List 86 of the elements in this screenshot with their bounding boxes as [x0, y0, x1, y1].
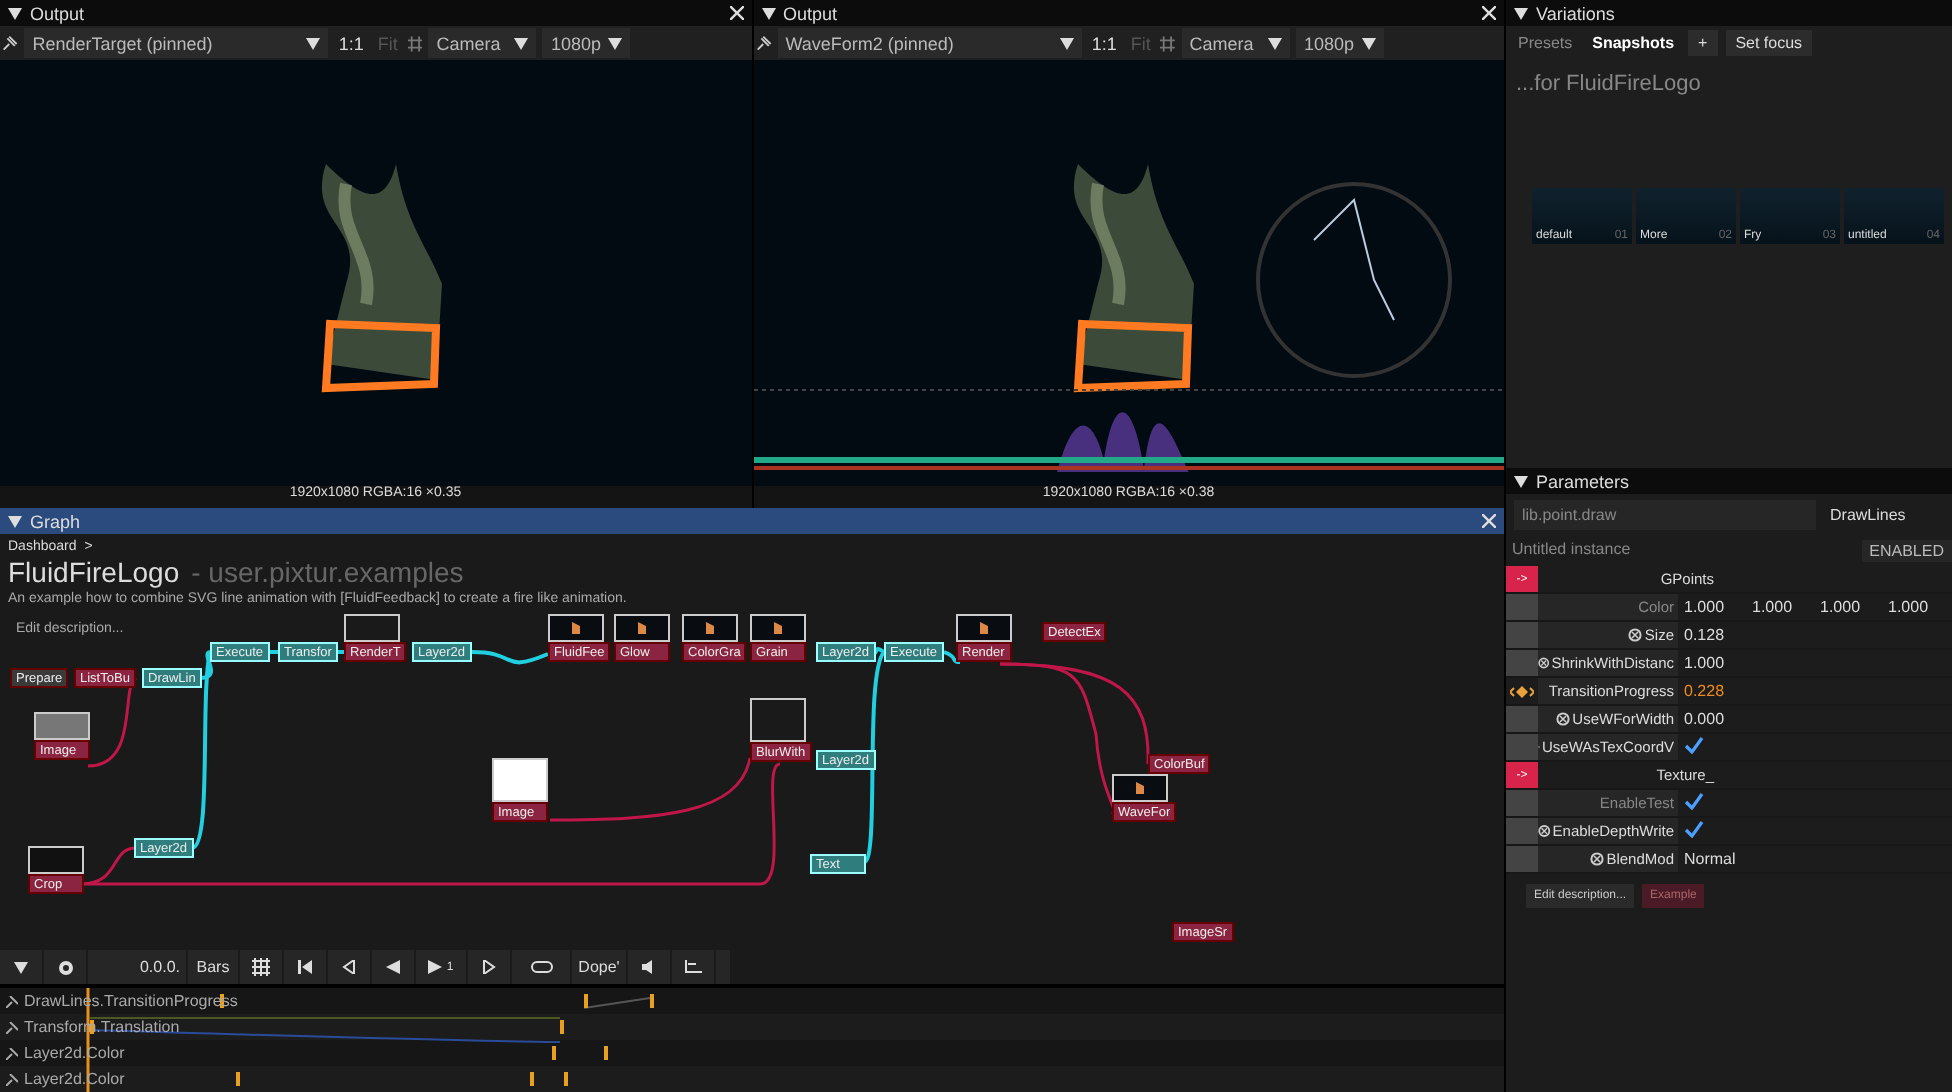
- triangle-icon: [8, 515, 22, 527]
- fire-thumbnail-icon: [636, 620, 648, 636]
- row-gutter: [1506, 790, 1538, 816]
- fire-thumbnail-icon: [1134, 780, 1146, 796]
- enabled-button[interactable]: ENABLED: [1861, 540, 1952, 562]
- fire-thumbnail-icon: [772, 620, 784, 636]
- tab[interactable]: Snapshots: [1586, 34, 1681, 52]
- pin-icon[interactable]: [0, 33, 19, 53]
- panel-title: Graph: [30, 511, 83, 531]
- play-icon: [428, 960, 443, 974]
- caret-icon: [1059, 37, 1074, 49]
- curve-icon: [684, 960, 702, 974]
- node-preview: [34, 712, 90, 740]
- step-back-icon: [342, 960, 356, 974]
- step-forward-icon: [482, 960, 496, 974]
- loop-icon: [529, 960, 553, 974]
- fire-thumbnail-icon: [704, 620, 716, 636]
- close-icon[interactable]: [1482, 6, 1496, 20]
- triangle-icon: [8, 7, 22, 19]
- caret-icon: [306, 37, 321, 49]
- row-gutter: [1506, 818, 1538, 844]
- caret-icon: [514, 37, 529, 49]
- param-value[interactable]: 0.128: [1678, 626, 1744, 644]
- keyframe-icon: [1510, 685, 1534, 697]
- triangle-icon: [1514, 475, 1528, 487]
- grid-icon: [252, 958, 270, 976]
- fire-thumbnail-icon: [570, 620, 582, 636]
- row-gutter: [1506, 846, 1538, 872]
- source-dropdown[interactable]: WaveForm2 (pinned): [777, 28, 1082, 58]
- operator-path-field[interactable]: lib.point.draw: [1514, 500, 1816, 530]
- close-icon[interactable]: [729, 6, 743, 20]
- param-value[interactable]: 1.000: [1814, 598, 1882, 616]
- play-reverse-icon: [386, 960, 400, 974]
- node-preview: [28, 846, 84, 874]
- camera-dropdown[interactable]: Camera: [428, 28, 537, 58]
- checkbox[interactable]: [1684, 820, 1704, 838]
- row-gutter: [1506, 594, 1538, 620]
- fire-thumbnail-icon: [978, 620, 990, 636]
- node-preview: [492, 758, 548, 802]
- triangle-icon: [1514, 7, 1528, 19]
- caret-icon: [1267, 37, 1282, 49]
- param-value[interactable]: 0.000: [1678, 710, 1744, 728]
- grid-icon[interactable]: [407, 35, 423, 51]
- close-icon[interactable]: [1482, 514, 1496, 528]
- grid-icon[interactable]: [1160, 35, 1176, 51]
- zoom-button[interactable]: 1:1: [334, 33, 368, 53]
- panel-title: Output: [30, 3, 87, 23]
- pin-icon[interactable]: [6, 1047, 18, 1059]
- param-value[interactable]: 1.000: [1746, 598, 1814, 616]
- variations-heading: ...for FluidFireLogo: [1514, 70, 1703, 100]
- param-value[interactable]: 1.000: [1678, 598, 1746, 616]
- pin-icon[interactable]: [753, 33, 772, 53]
- panel-title: Variations: [1536, 3, 1617, 23]
- add-button[interactable]: +: [1688, 30, 1718, 56]
- node-preview: [344, 614, 400, 642]
- param-value[interactable]: 0.228: [1678, 682, 1744, 700]
- pin-icon[interactable]: [6, 995, 18, 1007]
- settings-icon: [57, 959, 73, 975]
- source-dropdown[interactable]: RenderTarget (pinned): [24, 28, 329, 58]
- param-value[interactable]: 1.000: [1678, 654, 1744, 672]
- caret-icon: [1361, 37, 1376, 49]
- pin-icon[interactable]: [6, 1073, 18, 1085]
- instance-name: Untitled instance: [1512, 540, 1631, 562]
- project-title: FluidFireLogo: [8, 556, 180, 588]
- triangle-icon: [761, 7, 775, 19]
- resolution-dropdown[interactable]: 1080p: [542, 28, 631, 58]
- node-preview: [750, 698, 806, 742]
- caret-icon: [608, 37, 623, 49]
- pin-icon[interactable]: [6, 1021, 18, 1033]
- caret-icon: [14, 961, 28, 973]
- checkbox[interactable]: [1684, 792, 1704, 810]
- param-dropdown[interactable]: Normal: [1678, 850, 1744, 868]
- zoom-button[interactable]: 1:1: [1087, 33, 1121, 53]
- row-gutter: [1506, 734, 1538, 760]
- tab[interactable]: Presets: [1512, 34, 1579, 52]
- set-focus-button[interactable]: Set focus: [1725, 30, 1813, 56]
- skip-back-icon: [298, 960, 312, 974]
- checkbox[interactable]: [1684, 736, 1704, 754]
- panel-title: Parameters: [1536, 471, 1632, 491]
- speaker-icon: [641, 960, 657, 974]
- param-value[interactable]: 1.000: [1882, 598, 1950, 616]
- resolution-dropdown[interactable]: 1080p: [1295, 28, 1384, 58]
- operator-name: DrawLines: [1828, 504, 1908, 528]
- camera-dropdown[interactable]: Camera: [1181, 28, 1290, 58]
- panel-title: Output: [783, 3, 840, 23]
- project-namespace: - user.pixtur.examples: [191, 556, 464, 588]
